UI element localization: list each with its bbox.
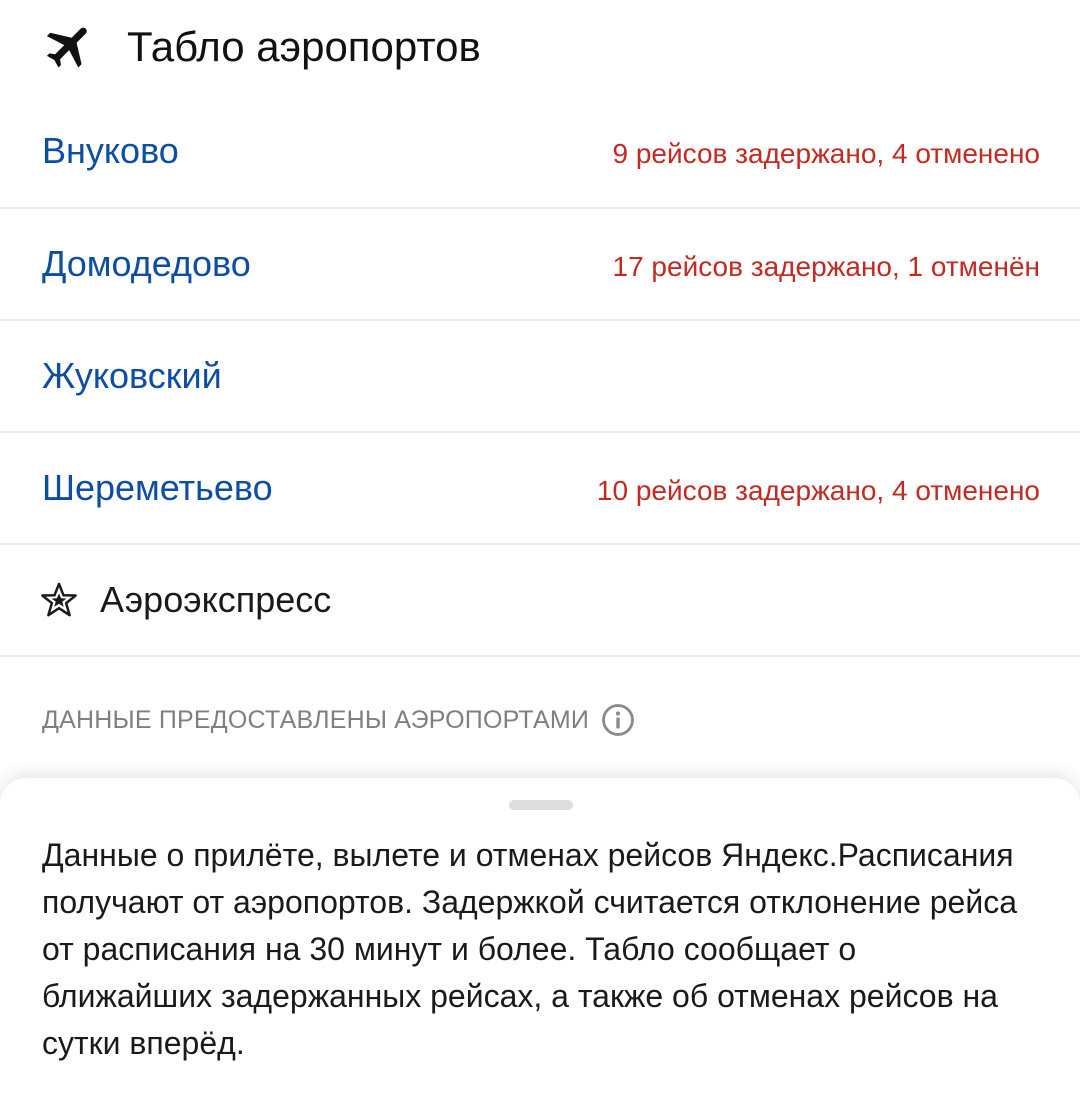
header: Табло аэропортов: [0, 0, 1080, 96]
sheet-drag-handle[interactable]: [509, 800, 573, 810]
airport-status: 10 рейсов задержано, 4 отменено: [596, 475, 1040, 506]
airport-row-domodedovo[interactable]: Домодедово 17 рейсов задержано, 1 отменё…: [0, 209, 1080, 321]
data-source-label: ДАННЫЕ ПРЕДОСТАВЛЕНЫ АЭРОПОРТАМИ: [42, 705, 590, 734]
aeroexpress-row[interactable]: Аэроэкспресс: [0, 545, 1080, 657]
airport-row-vnukovo[interactable]: Внуково 9 рейсов задержано, 4 отменено: [0, 96, 1080, 209]
airport-list: Внуково 9 рейсов задержано, 4 отменено Д…: [0, 96, 1080, 657]
aeroexpress-star-icon: [41, 582, 77, 617]
sheet-description: Данные о прилёте, вылете и отменах рейсо…: [42, 837, 1018, 1061]
airplane-icon: [46, 27, 87, 68]
airport-name[interactable]: Жуковский: [42, 351, 222, 401]
data-source-note: ДАННЫЕ ПРЕДОСТАВЛЕНЫ АЭРОПОРТАМИ: [42, 700, 635, 740]
airport-name[interactable]: Домодедово: [42, 239, 251, 289]
page-title: Табло аэропортов: [127, 23, 481, 70]
aeroexpress-label[interactable]: Аэроэкспресс: [100, 575, 331, 625]
info-icon[interactable]: [601, 703, 635, 737]
airport-row-zhukovsky[interactable]: Жуковский: [0, 321, 1080, 433]
airport-row-sheremetyevo[interactable]: Шереметьево 10 рейсов задержано, 4 отмен…: [0, 433, 1080, 545]
airport-status: 17 рейсов задержано, 1 отменён: [612, 251, 1041, 282]
airport-name[interactable]: Внуково: [42, 126, 179, 176]
airport-name[interactable]: Шереметьево: [42, 463, 273, 513]
info-bottom-sheet: Данные о прилёте, вылете и отменах рейсо…: [0, 778, 1080, 1108]
airport-status: 9 рейсов задержано, 4 отменено: [612, 138, 1041, 169]
